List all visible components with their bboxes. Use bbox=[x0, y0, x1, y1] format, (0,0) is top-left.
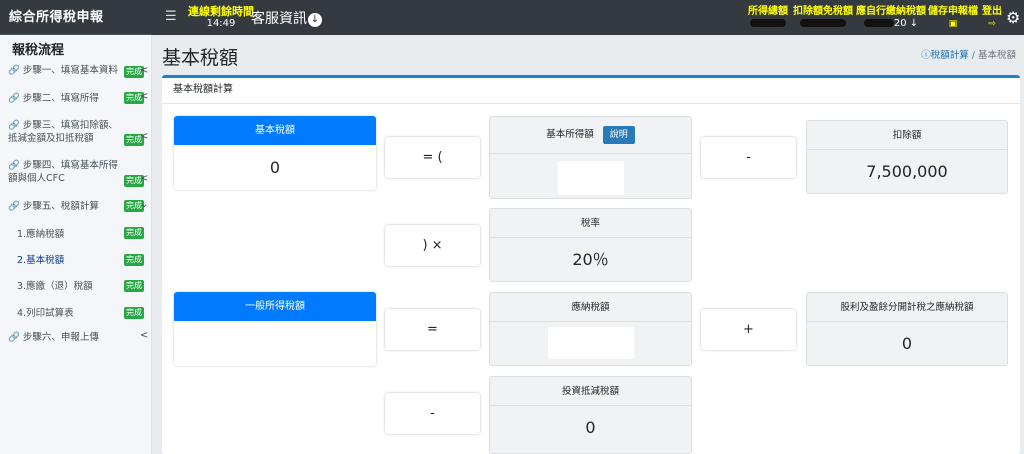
page-title: 基本稅額 bbox=[162, 47, 239, 69]
chevron-left-icon[interactable]: < bbox=[140, 65, 148, 76]
link-icon: 🔗 bbox=[8, 332, 20, 343]
payable-tax-label: 應納稅額 bbox=[490, 293, 691, 322]
sidebar: 報稅流程 🔗 步驟一、填寫基本資料 完成 < 🔗 步驟二、填寫所得 完成 < 🔗 步驟… bbox=[0, 35, 152, 454]
nav-tax-payable-value: 20 bbox=[893, 18, 907, 29]
sidebar-subitem-print[interactable]: 4.列印試算表 bbox=[17, 305, 74, 319]
tax-rate-label: 稅率 bbox=[490, 209, 691, 238]
chevron-down-icon[interactable]: ⌄ bbox=[140, 199, 148, 210]
status-badge: 完成 bbox=[124, 307, 144, 319]
nav-deductions[interactable]: 扣除額免稅額 bbox=[793, 6, 853, 30]
customer-service-label: 客服資訊 bbox=[251, 11, 307, 27]
nav-deductions-label: 扣除額免稅額 bbox=[793, 6, 853, 17]
basic-tax-value: 0 bbox=[269, 158, 281, 177]
nav-logout[interactable]: 登出 ⇨ bbox=[982, 6, 1002, 30]
deduction-label: 扣除額 bbox=[807, 121, 1007, 150]
dividend-tax-box: 股利及盈餘分開計稅之應納稅額 0 bbox=[806, 292, 1008, 366]
status-badge: 完成 bbox=[124, 280, 144, 292]
explain-button[interactable]: 說明 bbox=[602, 125, 635, 144]
nav-logout-label: 登出 bbox=[982, 6, 1002, 17]
sidebar-item-label: 步驟六、申報上傳 bbox=[22, 332, 99, 343]
app-brand[interactable]: 綜合所得稅申報 bbox=[0, 0, 152, 35]
breadcrumb-link: 稅額計算 bbox=[930, 50, 969, 61]
basic-tax-box: 基本稅額 0 bbox=[174, 116, 376, 190]
info-circle-icon: ⓘ bbox=[921, 50, 931, 61]
nav-save-file-label: 儲存申報檔 bbox=[928, 6, 978, 17]
basic-income-box: 基本所得額 說明 bbox=[489, 116, 692, 199]
top-navbar: 綜合所得稅申報 ☰ 連線剩餘時間 14:49 客服資訊 ↓ 所得總額 扣除額免稅額… bbox=[0, 0, 1024, 35]
link-icon: 🔗 bbox=[8, 160, 20, 171]
tax-rate-box: 稅率 20％ bbox=[489, 208, 692, 282]
payable-tax-box: 應納稅額 bbox=[489, 292, 692, 366]
timer-label: 連線剩餘時間 bbox=[188, 5, 254, 18]
operator-close-times: ) × bbox=[385, 225, 480, 266]
chevron-down-circle-icon: ↓ bbox=[308, 13, 322, 27]
chevron-left-icon[interactable]: < bbox=[140, 91, 148, 102]
sidebar-item-step3[interactable]: 🔗 步驟三、填寫扣除額、抵減金額及扣抵稅額 bbox=[8, 119, 126, 145]
general-tax-box: 一般所得稅額 bbox=[174, 292, 376, 366]
save-icon: ▣ bbox=[948, 19, 958, 29]
operator-equals-paren: = ( bbox=[385, 137, 480, 178]
status-badge: 完成 bbox=[124, 254, 144, 266]
tax-rate-value: 20％ bbox=[572, 250, 609, 269]
session-timer: 連線剩餘時間 14:49 bbox=[188, 6, 254, 30]
link-icon: 🔗 bbox=[8, 201, 20, 212]
redacted-value bbox=[748, 18, 788, 30]
sidebar-item-step4[interactable]: 🔗 步驟四、填寫基本所得額與個人CFC bbox=[8, 159, 126, 185]
nav-total-income[interactable]: 所得總額 bbox=[748, 6, 788, 30]
redacted-field bbox=[557, 161, 624, 195]
sidebar-item-label: 步驟五、稅額計算 bbox=[22, 201, 99, 212]
operator-minus-2: - bbox=[385, 393, 480, 434]
link-icon: 🔗 bbox=[8, 120, 20, 131]
customer-service-link[interactable]: 客服資訊 ↓ bbox=[251, 8, 322, 28]
timer-value: 14:49 bbox=[206, 18, 236, 29]
operator-plus: + bbox=[701, 309, 796, 350]
sidebar-item-label: 步驟一、填寫基本資料 bbox=[22, 65, 118, 76]
investment-credit-box: 投資抵減稅額 0 bbox=[489, 376, 692, 454]
sidebar-item-step6[interactable]: 🔗 步驟六、申報上傳 bbox=[8, 331, 148, 344]
redacted-field bbox=[547, 327, 634, 359]
card-title: 基本稅額計算 bbox=[162, 78, 1020, 104]
deduction-value: 7,500,000 bbox=[866, 162, 948, 181]
nav-total-income-label: 所得總額 bbox=[748, 6, 788, 17]
dividend-tax-value: 0 bbox=[901, 334, 913, 353]
nav-tax-payable-label: 應自行繳納稅額 bbox=[856, 6, 926, 17]
investment-credit-value: 0 bbox=[585, 418, 596, 437]
breadcrumb-current: 基本稅額 bbox=[977, 50, 1016, 61]
redacted-value bbox=[793, 18, 853, 30]
basic-tax-label: 基本稅額 bbox=[174, 116, 376, 145]
link-icon: 🔗 bbox=[8, 65, 20, 76]
hamburger-icon[interactable]: ☰ bbox=[165, 9, 177, 24]
link-icon: 🔗 bbox=[8, 93, 20, 104]
basic-income-label: 基本所得額 bbox=[546, 129, 594, 140]
breadcrumb: ⓘ稅額計算 / 基本稅額 bbox=[921, 47, 1016, 61]
sidebar-subitem-tax-payable[interactable]: 1.應納稅額 bbox=[17, 226, 64, 240]
sidebar-item-label: 步驟四、填寫基本所得額與個人CFC bbox=[8, 160, 118, 184]
sidebar-subitem-payable-refund[interactable]: 3.應繳（退）稅額 bbox=[17, 278, 93, 292]
sidebar-subitem-basic-tax[interactable]: 2.基本稅額 bbox=[17, 252, 64, 266]
status-badge: 完成 bbox=[124, 227, 144, 239]
operator-equals: = bbox=[385, 309, 480, 350]
breadcrumb-home[interactable]: ⓘ稅額計算 bbox=[921, 50, 969, 61]
sidebar-item-label: 步驟三、填寫扣除額、抵減金額及扣抵稅額 bbox=[8, 120, 118, 144]
logout-icon: ⇨ bbox=[988, 19, 996, 29]
chevron-left-icon[interactable]: < bbox=[140, 173, 148, 184]
operator-minus: - bbox=[701, 137, 796, 178]
chevron-left-icon[interactable]: < bbox=[140, 131, 148, 142]
dividend-tax-label: 股利及盈餘分開計稅之應納稅額 bbox=[807, 293, 1007, 322]
nav-save-file[interactable]: 儲存申報檔 ▣ bbox=[928, 6, 978, 30]
sidebar-title: 報稅流程 bbox=[12, 43, 65, 58]
investment-credit-label: 投資抵減稅額 bbox=[490, 377, 691, 406]
chevron-down-circle-icon: ↓ bbox=[909, 18, 919, 29]
deduction-box: 扣除額 7,500,000 bbox=[806, 120, 1008, 194]
nav-tax-payable[interactable]: 應自行繳納稅額 20 ↓ bbox=[856, 6, 926, 30]
general-tax-label: 一般所得稅額 bbox=[174, 292, 376, 321]
chevron-left-icon[interactable]: < bbox=[140, 330, 148, 341]
sidebar-item-label: 步驟二、填寫所得 bbox=[22, 93, 99, 104]
gear-icon[interactable]: ⚙ bbox=[1006, 8, 1020, 27]
